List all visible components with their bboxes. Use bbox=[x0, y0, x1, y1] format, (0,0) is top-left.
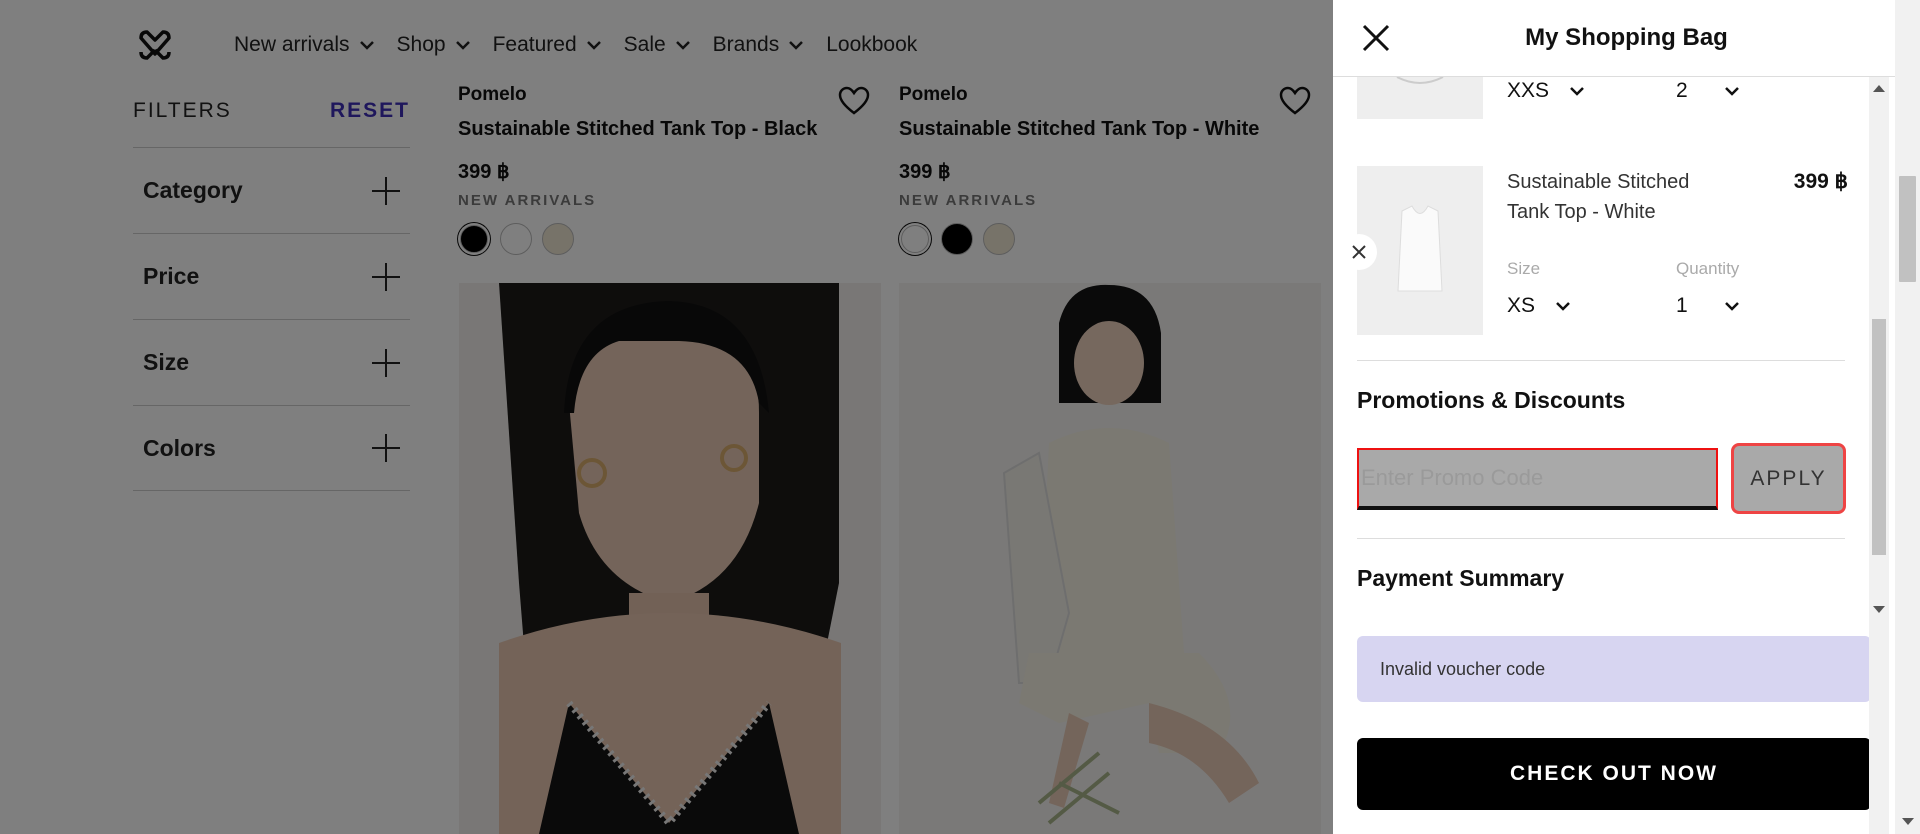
quantity-value: 1 bbox=[1676, 294, 1688, 317]
page-scroll-thumb[interactable] bbox=[1899, 176, 1916, 282]
remove-item-button[interactable] bbox=[1341, 234, 1377, 270]
size-label: Size bbox=[1507, 259, 1541, 278]
quantity-value: 2 bbox=[1676, 79, 1688, 102]
shopping-bag-drawer: My Shopping Bag XXS 2 Sustainable Stitch… bbox=[1333, 0, 1920, 834]
chevron-down-icon bbox=[1570, 87, 1584, 96]
checkout-button[interactable]: CHECK OUT NOW bbox=[1357, 738, 1871, 810]
payment-summary-title: Payment Summary bbox=[1357, 565, 1565, 591]
notice-text: Invalid voucher code bbox=[1380, 658, 1546, 679]
promotions-title: Promotions & Discounts bbox=[1357, 387, 1626, 413]
modal-backdrop[interactable] bbox=[0, 0, 1333, 834]
drawer-header: My Shopping Bag bbox=[1333, 0, 1920, 77]
voucher-error-notice: Invalid voucher code bbox=[1357, 636, 1871, 702]
scroll-down-arrow-icon[interactable] bbox=[1873, 606, 1885, 613]
scroll-up-arrow-icon[interactable] bbox=[1873, 85, 1885, 92]
promo-code-input[interactable] bbox=[1357, 448, 1718, 510]
drawer-title: My Shopping Bag bbox=[1525, 24, 1728, 51]
scroll-down-arrow-icon[interactable] bbox=[1902, 818, 1914, 825]
size-select[interactable]: XXS bbox=[1507, 79, 1587, 103]
scroll-thumb[interactable] bbox=[1872, 319, 1886, 555]
size-value: XS bbox=[1507, 294, 1536, 317]
quantity-select[interactable]: 1 bbox=[1676, 294, 1742, 318]
bag-item-price: 399 ฿ bbox=[1793, 170, 1848, 193]
chevron-down-icon bbox=[1724, 87, 1739, 96]
size-value: XXS bbox=[1507, 79, 1550, 102]
divider bbox=[1357, 538, 1845, 539]
page-scrollbar[interactable] bbox=[1895, 0, 1920, 834]
size-select[interactable]: XS bbox=[1507, 294, 1573, 318]
apply-promo-button[interactable]: APPLY bbox=[1731, 443, 1846, 514]
bag-item-thumbnail bbox=[1357, 77, 1483, 119]
chevron-down-icon bbox=[1556, 302, 1570, 311]
bag-item-name[interactable]: Sustainable Stitched Tank Top - White bbox=[1507, 167, 1727, 227]
divider bbox=[1357, 360, 1845, 361]
checkout-label: CHECK OUT NOW bbox=[1510, 762, 1718, 785]
drawer-body: XXS 2 Sustainable Stitched Tank Top - Wh… bbox=[1333, 77, 1920, 834]
close-icon bbox=[1352, 245, 1366, 259]
chevron-down-icon bbox=[1724, 302, 1739, 311]
quantity-label: Quantity bbox=[1676, 259, 1740, 278]
drawer-scrollbar[interactable] bbox=[1869, 77, 1889, 834]
quantity-select[interactable]: 2 bbox=[1676, 79, 1742, 103]
